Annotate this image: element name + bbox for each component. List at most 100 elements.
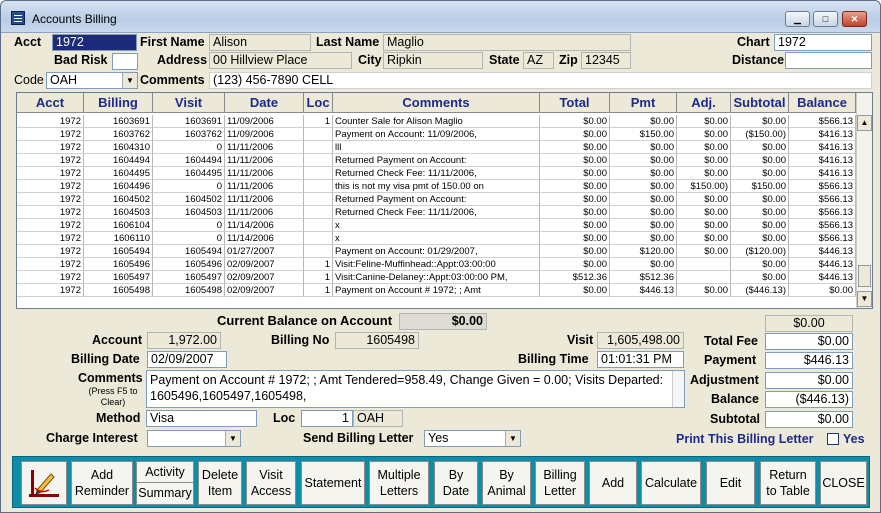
multiple-letters-button[interactable]: Multiple Letters [369,461,429,505]
by-animal-button[interactable]: By Animal [482,461,531,505]
signature-button[interactable] [21,461,67,505]
cell-adj: $0.00 [677,284,731,297]
last-name-field[interactable]: Maglio [383,34,631,51]
table-row[interactable]: 1972 1604495 1604495 11/11/2006 Returned Che… [17,167,856,180]
zip-field[interactable]: 12345 [581,52,631,69]
close-button[interactable]: CLOSE [820,461,867,505]
account-value[interactable]: 1,972.00 [147,332,221,349]
send-billing-letter-dropdown[interactable]: Yes ▼ [424,430,521,447]
column-header-subtotal[interactable]: Subtotal [731,93,789,113]
table-row[interactable]: 1972 1604503 1604503 11/11/2006 Returned Che… [17,206,856,219]
summary-button[interactable]: Summary [137,483,193,504]
first-name-label: First Name [140,35,205,49]
charge-interest-dropdown[interactable]: ▼ [147,430,241,447]
scroll-thumb[interactable] [858,265,871,287]
chevron-down-icon[interactable]: ▼ [122,73,137,88]
edit-button[interactable]: Edit [706,461,755,505]
cell-billing: 1605494 [84,245,153,258]
cell-comments: Visit:Canine-Delaney::Appt:03:00:00 PM, [333,271,540,284]
add-reminder-button[interactable]: Add Reminder [71,461,133,505]
column-header-acct[interactable]: Acct [17,93,84,113]
table-row[interactable]: 1972 1605497 1605497 02/09/2007 1 Visit:Canin… [17,271,856,284]
chart-field[interactable]: 1972 [774,34,872,51]
state-field[interactable]: AZ [523,52,554,69]
cell-pmt: $512.36 [610,271,677,284]
cell-adj: $0.00 [677,245,731,258]
column-header-pmt[interactable]: Pmt [610,93,677,113]
table-row[interactable]: 1972 1606104 0 11/14/2006 x $0.00 $0.00 $0.00 $0… [17,219,856,232]
loc-number-field[interactable]: 1 [301,410,353,427]
visit-access-button[interactable]: Visit Access [246,461,296,505]
column-header-loc[interactable]: Loc [304,93,333,113]
first-name-field[interactable]: Alison [209,34,311,51]
table-row[interactable]: 1972 1604502 1604502 11/11/2006 Returned Pay… [17,193,856,206]
return-to-table-button[interactable]: Return to Table [760,461,816,505]
cell-balance: $416.13 [789,141,856,154]
column-header-total[interactable]: Total [540,93,610,113]
cell-date: 11/11/2006 [225,167,304,180]
table-row[interactable]: 1972 1606110 0 11/14/2006 x $0.00 $0.00 $0.00 $0… [17,232,856,245]
table-row[interactable]: 1972 1604494 1604494 11/11/2006 Returned Pay… [17,154,856,167]
billing-date-field[interactable]: 02/09/2007 [147,351,227,368]
city-field[interactable]: Ripkin [383,52,483,69]
table-row[interactable]: 1972 1603762 1603762 11/09/2006 Payment on A… [17,128,856,141]
cell-subtotal: ($446.13) [731,284,789,297]
calculate-button[interactable]: Calculate [641,461,701,505]
header-comments-field[interactable]: (123) 456-7890 CELL [209,72,872,89]
code-dropdown[interactable]: OAH ▼ [46,72,138,89]
cell-balance: $416.13 [789,154,856,167]
scroll-up-icon[interactable]: ▲ [857,115,872,131]
billing-no-value[interactable]: 1605498 [335,332,419,349]
cell-date: 11/11/2006 [225,193,304,206]
maximize-button[interactable]: □ [813,11,838,27]
acct-field[interactable]: 1972 [52,34,137,51]
cell-adj: $0.00 [677,115,731,128]
chevron-down-icon[interactable]: ▼ [225,431,240,446]
visit-value[interactable]: 1,605,498.00 [597,332,684,349]
table-row[interactable]: 1972 1604310 0 11/11/2006 lll $0.00 $0.00 $0.00… [17,141,856,154]
payment-value[interactable]: $446.13 [765,352,853,369]
add-button[interactable]: Add [589,461,637,505]
scroll-down-icon[interactable]: ▼ [857,291,872,307]
billing-letter-button[interactable]: Billing Letter [535,461,585,505]
address-field[interactable]: 00 Hillview Place [209,52,352,69]
distance-field[interactable] [785,52,872,69]
close-window-button[interactable]: ✕ [842,11,867,27]
activity-button[interactable]: Activity [137,462,193,483]
grid-vertical-scrollbar[interactable]: ▲ ▼ [856,93,872,308]
cell-subtotal: $0.00 [731,232,789,245]
bad-risk-field[interactable] [112,53,138,70]
cell-comments: Payment on Account: 11/09/2006, [333,128,540,141]
column-header-comments[interactable]: Comments [333,93,540,113]
statement-button[interactable]: Statement [301,461,365,505]
billing-time-field[interactable]: 01:01:31 PM [597,351,684,368]
column-header-visit[interactable]: Visit [153,93,225,113]
by-date-button[interactable]: By Date [434,461,478,505]
table-row[interactable]: 1972 1605498 1605498 02/09/2007 1 Payment on … [17,284,856,297]
bad-risk-label: Bad Risk [54,53,108,67]
cell-adj: $0.00 [677,193,731,206]
cell-subtotal: $0.00 [731,167,789,180]
column-header-billing[interactable]: Billing [84,93,153,113]
print-letter-checkbox[interactable] [827,433,839,445]
cell-subtotal: ($120.00) [731,245,789,258]
total-fee-value[interactable]: $0.00 [765,333,853,350]
minimize-button[interactable]: ▁ [785,11,810,27]
delete-item-button[interactable]: Delete Item [198,461,242,505]
column-header-adj[interactable]: Adj. [677,93,731,113]
method-field[interactable]: Visa [146,410,257,427]
chevron-down-icon[interactable]: ▼ [505,431,520,446]
subtotal-value[interactable]: $0.00 [765,411,853,428]
table-row[interactable]: 1972 1605496 1605496 02/09/2007 1 Visit:Felin… [17,258,856,271]
cell-visit: 0 [153,141,225,154]
cell-total: $0.00 [540,219,610,232]
adjustment-value[interactable]: $0.00 [765,372,853,389]
balance-value[interactable]: ($446.13) [765,391,853,408]
column-header-balance[interactable]: Balance [789,93,856,113]
column-header-date[interactable]: Date [225,93,304,113]
table-row[interactable]: 1972 1604496 0 11/11/2006 this is not my vis… [17,180,856,193]
table-row[interactable]: 1972 1603691 1603691 11/09/2006 1 Counter Sal… [17,115,856,128]
comments-scrollbar[interactable] [672,371,684,407]
summary-comments-field[interactable]: Payment on Account # 1972; ; Amt Tendere… [146,370,685,408]
table-row[interactable]: 1972 1605494 1605494 01/27/2007 Payment on A… [17,245,856,258]
